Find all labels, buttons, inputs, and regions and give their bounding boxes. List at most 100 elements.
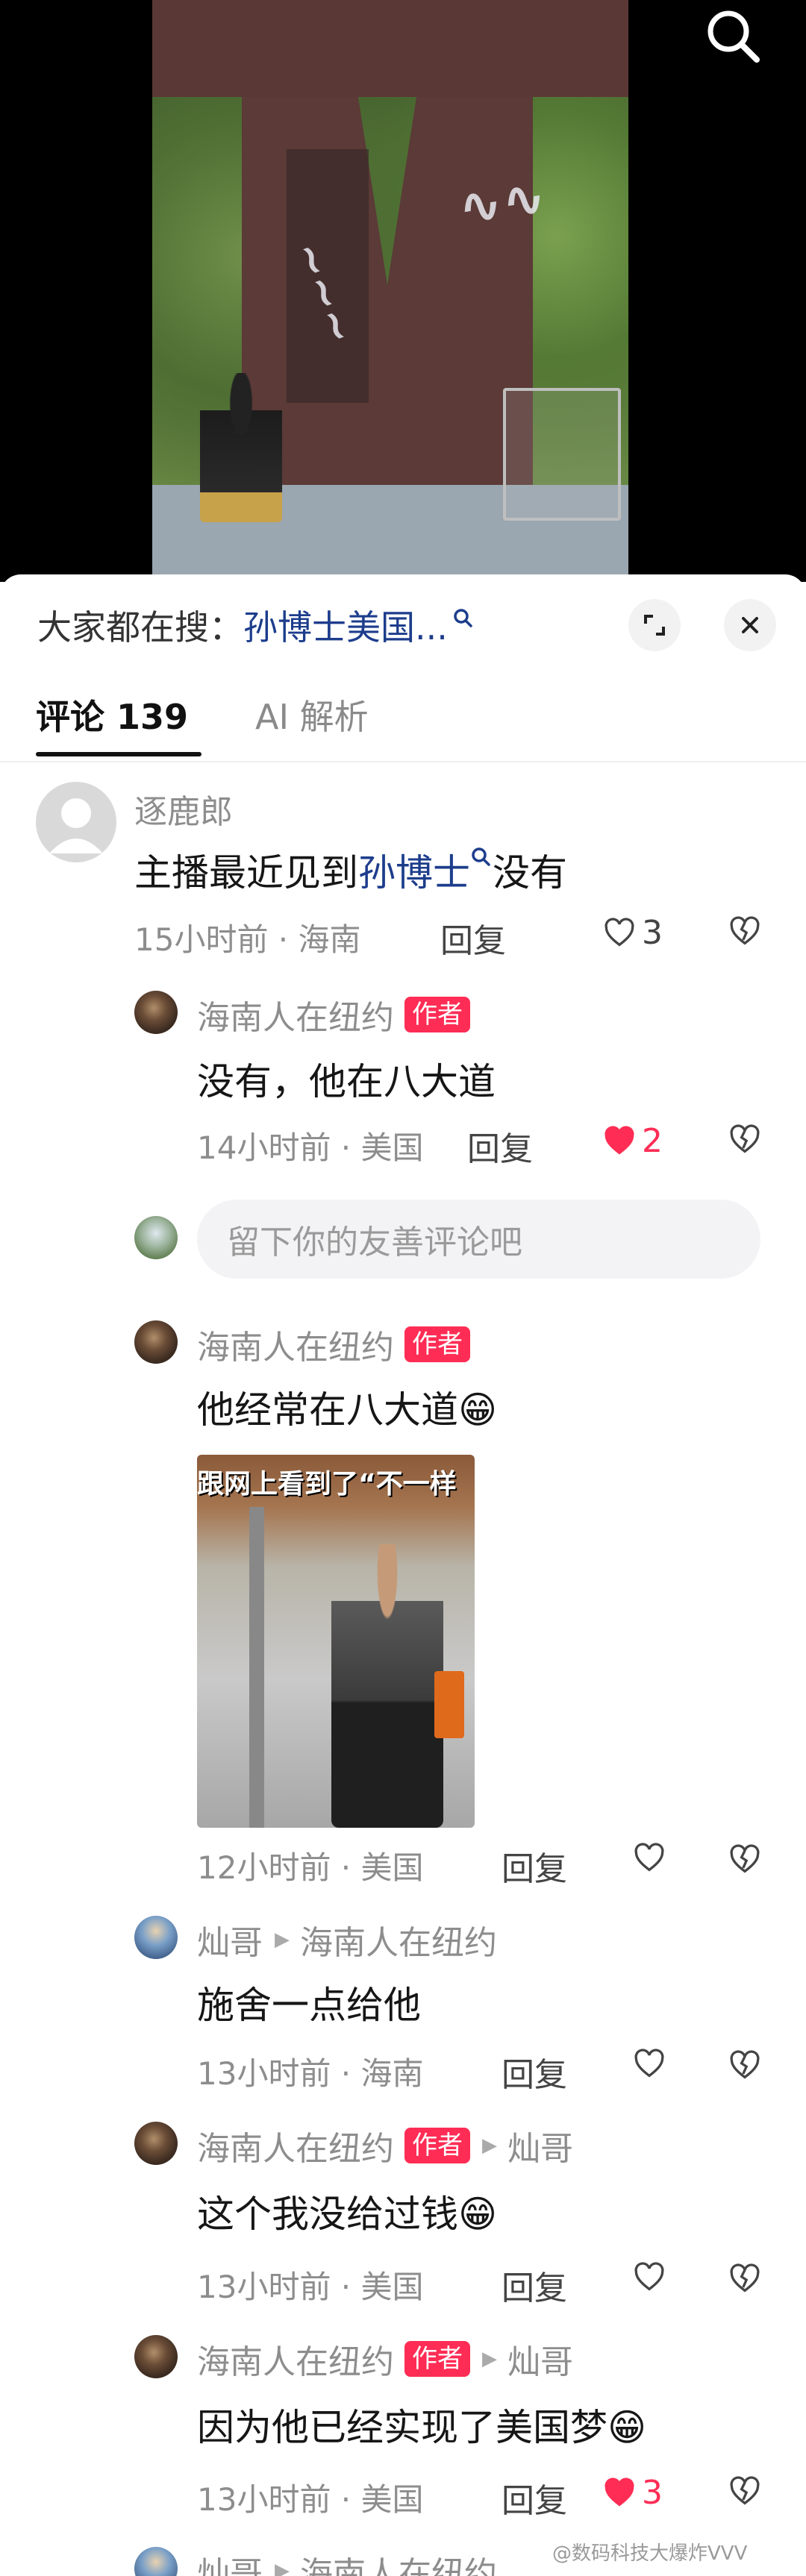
reply-to-user[interactable]: 灿哥 [507, 2335, 573, 2383]
reply-button[interactable]: 回复 [502, 1842, 567, 1890]
comment-username[interactable]: 逐鹿郎 [134, 785, 233, 833]
like-count: 2 [642, 1122, 663, 1160]
trending-label: 大家都在搜： [37, 607, 243, 648]
avatar[interactable] [134, 1320, 178, 1364]
avatar[interactable] [134, 2335, 178, 2378]
broken-heart-icon [730, 916, 760, 945]
username[interactable]: 灿哥 [197, 1916, 263, 1964]
username[interactable]: 海南人在纽约 [197, 2122, 394, 2169]
comment-meta: 13小时前 · 美国 [197, 2269, 424, 2305]
reply-username: 海南人在纽约 作者 ▶ 灿哥 [197, 2335, 573, 2383]
reply-button[interactable]: 回复 [502, 2474, 567, 2522]
close-button[interactable] [724, 599, 776, 651]
avatar[interactable] [134, 2547, 178, 2576]
reply-username: 海南人在纽约 作者 [197, 1320, 470, 1368]
expand-button[interactable] [628, 599, 681, 651]
comment-text: 这个我没给过钱😁 [197, 2193, 498, 2236]
tab-comments[interactable]: 评论 139 [36, 690, 188, 739]
comment-meta: 13小时前 · 海南 [197, 2055, 424, 2092]
video-player[interactable]: ∿∿ ~~~ [0, 0, 806, 582]
reply-arrow-icon: ▶ [482, 2134, 497, 2157]
comment-text: 他经常在八大道😁 [197, 1388, 498, 1432]
username[interactable]: 海南人在纽约 [197, 991, 394, 1038]
dislike-button[interactable] [728, 2049, 761, 2085]
like-button[interactable]: 3 [603, 2474, 663, 2512]
reply-username: 灿哥 ▶ 海南人在纽约 [197, 1916, 497, 1964]
avatar[interactable] [134, 2122, 178, 2165]
like-button[interactable] [633, 1842, 666, 1875]
author-tag: 作者 [404, 2128, 470, 2163]
comment-text-part: 没有 [493, 851, 567, 894]
broken-heart-icon [730, 1124, 760, 1153]
comment-text: 没有，他在八大道 [197, 1060, 496, 1103]
trending-keyword[interactable]: 孙博士美国... [243, 601, 448, 650]
reply-username: 海南人在纽约 作者 [197, 991, 470, 1038]
heart-icon [604, 1125, 634, 1154]
username[interactable]: 海南人在纽约 [197, 2335, 394, 2383]
reply-to-user[interactable]: 灿哥 [507, 2122, 573, 2169]
my-avatar [134, 1216, 178, 1259]
comment-text-part: 主播最近见到 [134, 851, 358, 894]
search-button[interactable] [702, 4, 764, 67]
dislike-button[interactable] [728, 915, 761, 951]
reply-to-user[interactable]: 海南人在纽约 [300, 2547, 497, 2576]
dislike-button[interactable] [728, 1124, 761, 1159]
video-person [200, 373, 282, 522]
reply-arrow-icon: ▶ [275, 2560, 290, 2576]
comment-meta: 13小时前 · 美国 [197, 2481, 424, 2518]
tab-ai-analysis[interactable]: AI 解析 [255, 690, 369, 739]
like-count: 3 [642, 914, 663, 952]
image-person [331, 1544, 443, 1828]
reply-button[interactable]: 回复 [502, 2048, 567, 2096]
comment-keyword-link[interactable]: 孙博士 [358, 851, 470, 894]
broken-heart-icon [730, 2050, 760, 2079]
dislike-button[interactable] [728, 2263, 761, 2298]
dislike-button[interactable] [728, 2475, 761, 2511]
watermark: @数码科技大爆炸VVV [552, 2542, 748, 2565]
image-bag [434, 1671, 464, 1738]
heart-icon [604, 917, 634, 946]
reply-username: 灿哥 ▶ 海南人在纽约 [197, 2547, 497, 2576]
like-count: 3 [642, 2474, 663, 2512]
trending-search-bar[interactable]: 大家都在搜： 孙博士美国... [37, 601, 475, 649]
comment-image-caption: 跟网上看到了“不一样 [197, 1469, 457, 1499]
username[interactable]: 灿哥 [197, 2547, 263, 2576]
heart-icon [634, 1843, 664, 1872]
image-pole [249, 1507, 264, 1828]
comment-text: 主播最近见到孙博士 没有 [134, 843, 567, 897]
video-cart [503, 388, 621, 521]
like-button[interactable]: 3 [603, 914, 663, 952]
expand-icon [644, 615, 665, 636]
reply-button[interactable]: 回复 [440, 914, 506, 962]
like-button[interactable] [633, 2261, 666, 2294]
search-icon [454, 609, 472, 627]
comment-meta: 12小时前 · 美国 [197, 1849, 424, 1886]
reply-arrow-icon: ▶ [482, 2348, 497, 2370]
author-tag: 作者 [404, 997, 470, 1032]
search-icon [707, 10, 760, 63]
reply-username: 海南人在纽约 作者 ▶ 灿哥 [197, 2122, 573, 2169]
username[interactable]: 海南人在纽约 [197, 1320, 394, 1368]
video-beam [152, 0, 628, 97]
heart-icon [634, 2262, 664, 2291]
avatar[interactable] [36, 782, 116, 862]
comment-meta: 14小时前 · 美国 [197, 1129, 424, 1166]
comment-text: 施舍一点给他 [197, 1984, 421, 2027]
like-button[interactable] [633, 2048, 666, 2081]
video-frame: ∿∿ ~~~ [152, 0, 628, 582]
reply-to-user[interactable]: 海南人在纽约 [300, 1916, 497, 1964]
comment-image[interactable]: 跟网上看到了“不一样 [197, 1455, 475, 1828]
reply-input[interactable]: 留下你的友善评论吧 [197, 1200, 760, 1279]
avatar[interactable] [134, 991, 178, 1034]
comment-meta: 15小时前 · 海南 [134, 921, 361, 958]
like-button[interactable]: 2 [603, 1122, 663, 1160]
comment-panel: 大家都在搜： 孙博士美国... 评论 139 AI 解析 逐鹿郎 主播最近见到孙… [0, 574, 806, 2576]
dislike-button[interactable] [728, 1843, 761, 1879]
video-graffiti: ∿∿ [454, 166, 550, 239]
author-tag: 作者 [404, 2341, 470, 2377]
reply-button[interactable]: 回复 [467, 1122, 533, 1170]
reply-button[interactable]: 回复 [502, 2261, 567, 2309]
avatar[interactable] [134, 1916, 178, 1959]
reply-arrow-icon: ▶ [275, 1928, 290, 1951]
search-icon [472, 847, 490, 866]
